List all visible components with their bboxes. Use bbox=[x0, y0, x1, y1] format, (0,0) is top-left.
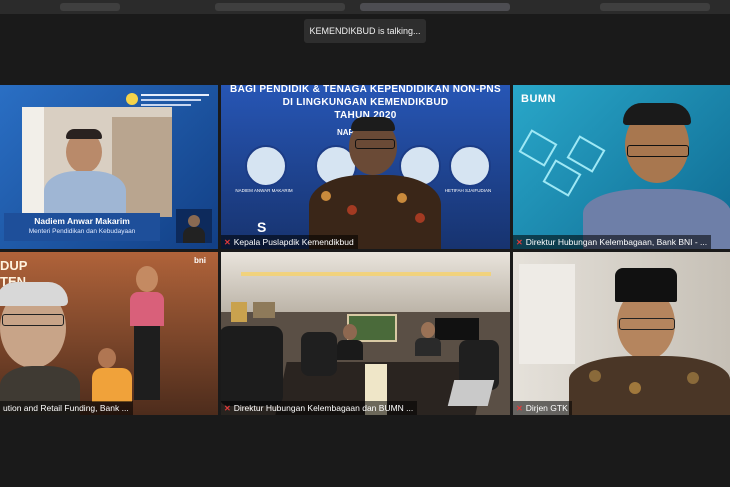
blurred-tab bbox=[360, 3, 510, 11]
video-tile-nadiem[interactable]: Nadiem Anwar Makarim Menteri Pendidikan … bbox=[0, 85, 218, 249]
laptop bbox=[447, 380, 495, 406]
model-figure bbox=[98, 348, 116, 368]
blurred-tab bbox=[215, 3, 345, 11]
lower-third-name: Nadiem Anwar Makarim bbox=[34, 216, 130, 226]
video-tile-kepala-puslapdik[interactable]: BAGI PENDIDIK & TENAGA KEPENDIDIKAN NON-… bbox=[221, 85, 510, 249]
participant-name: ✕ Kepala Puslapdik Kemendikbud bbox=[221, 235, 358, 249]
mic-muted-icon: ✕ bbox=[516, 238, 523, 247]
speaker-body-batik bbox=[569, 356, 730, 415]
office-chair bbox=[221, 326, 283, 406]
blurred-tab bbox=[600, 3, 710, 11]
lower-third-title: Menteri Pendidikan dan Kebudayaan bbox=[28, 228, 136, 235]
active-speaker-indicator: KEMENDIKBUD is talking... bbox=[304, 19, 426, 43]
panelist-photo bbox=[245, 145, 287, 187]
panelist-caption: HETIFAH SJAIFUDIAN bbox=[444, 188, 492, 193]
sign-language-inset bbox=[176, 209, 212, 243]
participant-name: ✕ Direktur Hubungan Kelembagaan dan BUMN … bbox=[221, 401, 418, 415]
attendee-figure bbox=[421, 322, 435, 338]
room-screen bbox=[435, 318, 479, 340]
blurred-tab bbox=[60, 3, 120, 11]
bumn-logo: BUMN bbox=[521, 93, 556, 105]
video-tile-direktur-bni[interactable]: BUMN ✕ Direktur Hubungan Kelembagaan, Ban… bbox=[513, 85, 730, 249]
slide-line-1: BAGI PENDIDIK & TENAGA KEPENDIDIKAN NON-… bbox=[230, 85, 501, 95]
attendee-figure bbox=[343, 324, 357, 340]
video-tile-retail-funding[interactable]: DUP TEN bni ution and Retail Funding, Ba… bbox=[0, 252, 218, 415]
participant-name: ✕ Direktur Hubungan Kelembagaan, Bank BNI… bbox=[513, 235, 712, 249]
room-door bbox=[519, 264, 575, 364]
bni-logo: bni bbox=[194, 256, 206, 265]
participant-name: ution and Retail Funding, Bank ... bbox=[0, 401, 133, 415]
event-logo bbox=[126, 91, 212, 109]
mic-muted-icon: ✕ bbox=[224, 238, 231, 247]
banner-text: DUP bbox=[0, 258, 28, 273]
lower-third-caption: Nadiem Anwar Makarim Menteri Pendidikan … bbox=[4, 213, 160, 241]
video-tile-meeting-room[interactable]: ✕ Direktur Hubungan Kelembagaan dan BUMN … bbox=[221, 252, 510, 415]
panelist-caption: NADIEM ANWAR MAKARIM bbox=[235, 188, 293, 193]
panelist-photo bbox=[449, 145, 491, 187]
slide-line-2: DI LINGKUNGAN KEMENDIKBUD bbox=[282, 97, 449, 108]
mic-muted-icon: ✕ bbox=[516, 404, 523, 413]
model-figure bbox=[136, 266, 158, 292]
office-chair bbox=[301, 332, 337, 376]
video-tile-dirjen-gtk[interactable]: ✕ Dirjen GTK bbox=[513, 252, 730, 415]
browser-tab-strip bbox=[0, 0, 730, 14]
peci-cap bbox=[615, 268, 677, 302]
participant-name: ✕ Dirjen GTK bbox=[513, 401, 572, 415]
mic-muted-icon: ✕ bbox=[224, 404, 231, 413]
